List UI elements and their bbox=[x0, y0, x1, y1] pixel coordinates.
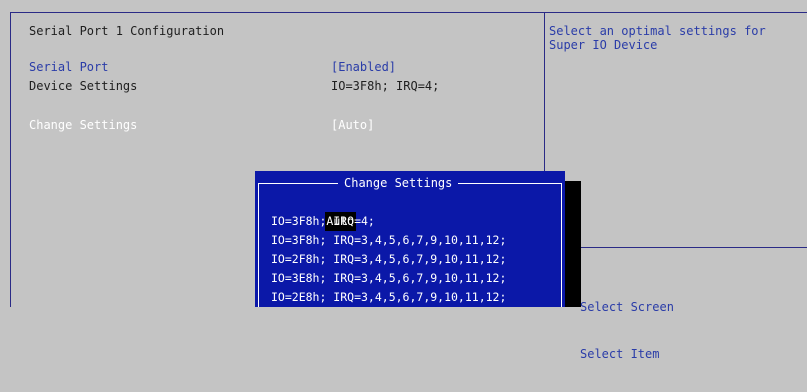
option-item[interactable]: Auto bbox=[271, 193, 561, 231]
key-hints: Select Screen Select Item bbox=[580, 270, 674, 392]
option-item[interactable]: IO=2F8h; IRQ=3,4,5,6,7,9,10,11,12; bbox=[271, 250, 561, 269]
setting-value-device-settings: IO=3F8h; IRQ=4; bbox=[331, 79, 440, 93]
key-hint-select-item: Select Item bbox=[580, 347, 660, 361]
help-panel-divider bbox=[544, 247, 807, 248]
option-item[interactable]: IO=2E8h; IRQ=3,4,5,6,7,9,10,11,12; bbox=[271, 288, 561, 307]
setting-value-change-settings[interactable]: [Auto] bbox=[331, 118, 374, 132]
setting-label-device-settings: Device Settings bbox=[29, 79, 138, 93]
setting-value-serial-port[interactable]: [Enabled] bbox=[331, 60, 396, 74]
option-item[interactable]: IO=3E8h; IRQ=3,4,5,6,7,9,10,11,12; bbox=[271, 269, 561, 288]
bios-setup-screen: Serial Port 1 Configuration Serial Port … bbox=[0, 0, 807, 361]
change-settings-dialog: Change Settings Auto IO=3F8h; IRQ=4; IO=… bbox=[255, 171, 565, 307]
setting-label-change-settings[interactable]: Change Settings bbox=[29, 118, 137, 132]
page-title: Serial Port 1 Configuration bbox=[29, 24, 225, 38]
help-panel-frame bbox=[544, 12, 807, 307]
option-item[interactable]: IO=3F8h; IRQ=3,4,5,6,7,9,10,11,12; bbox=[271, 231, 561, 250]
help-description: Select an optimal settings for Super IO … bbox=[549, 24, 766, 52]
key-hint-select-screen: Select Screen bbox=[580, 300, 674, 314]
dialog-title: Change Settings bbox=[338, 176, 459, 190]
option-list: Auto IO=3F8h; IRQ=4; IO=3F8h; IRQ=3,4,5,… bbox=[271, 193, 561, 307]
option-item[interactable]: IO=3F8h; IRQ=4; bbox=[271, 212, 561, 231]
setting-label-serial-port[interactable]: Serial Port bbox=[29, 60, 108, 74]
